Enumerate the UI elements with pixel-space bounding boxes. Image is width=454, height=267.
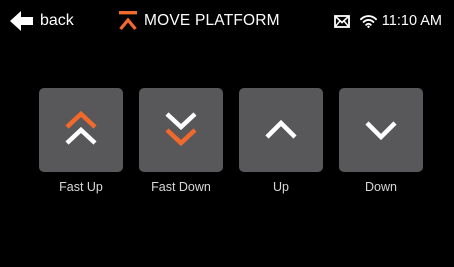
back-button[interactable]: back [10,10,74,32]
clock: 11:10 AM [381,13,442,29]
double-chevron-down-icon [165,112,197,147]
down-button[interactable] [339,88,423,172]
status-bar: back MOVE PLATFORM 11:10 AM [0,0,454,40]
arrow-left-icon [10,11,33,31]
wifi-icon [359,15,377,28]
platform-move-icon [119,11,137,31]
down-label: Down [365,180,397,194]
up-button[interactable] [239,88,323,172]
double-chevron-up-icon [65,110,97,145]
fast-down-label: Fast Down [151,180,211,194]
fast-up-label: Fast Up [59,180,103,194]
fast-down-button[interactable] [139,88,223,172]
back-label: back [40,12,74,29]
up-label: Up [273,180,289,194]
chevron-up-icon [265,119,297,139]
page-title: MOVE PLATFORM [118,10,280,32]
status-indicators: 11:10 AM [333,10,442,32]
chevron-down-icon [365,121,397,141]
fast-up-button[interactable] [39,88,123,172]
page-title-text: MOVE PLATFORM [144,12,280,29]
move-platform-screen: back MOVE PLATFORM 11:10 AM Fast Up Fast… [0,0,454,267]
envelope-icon [333,14,350,28]
